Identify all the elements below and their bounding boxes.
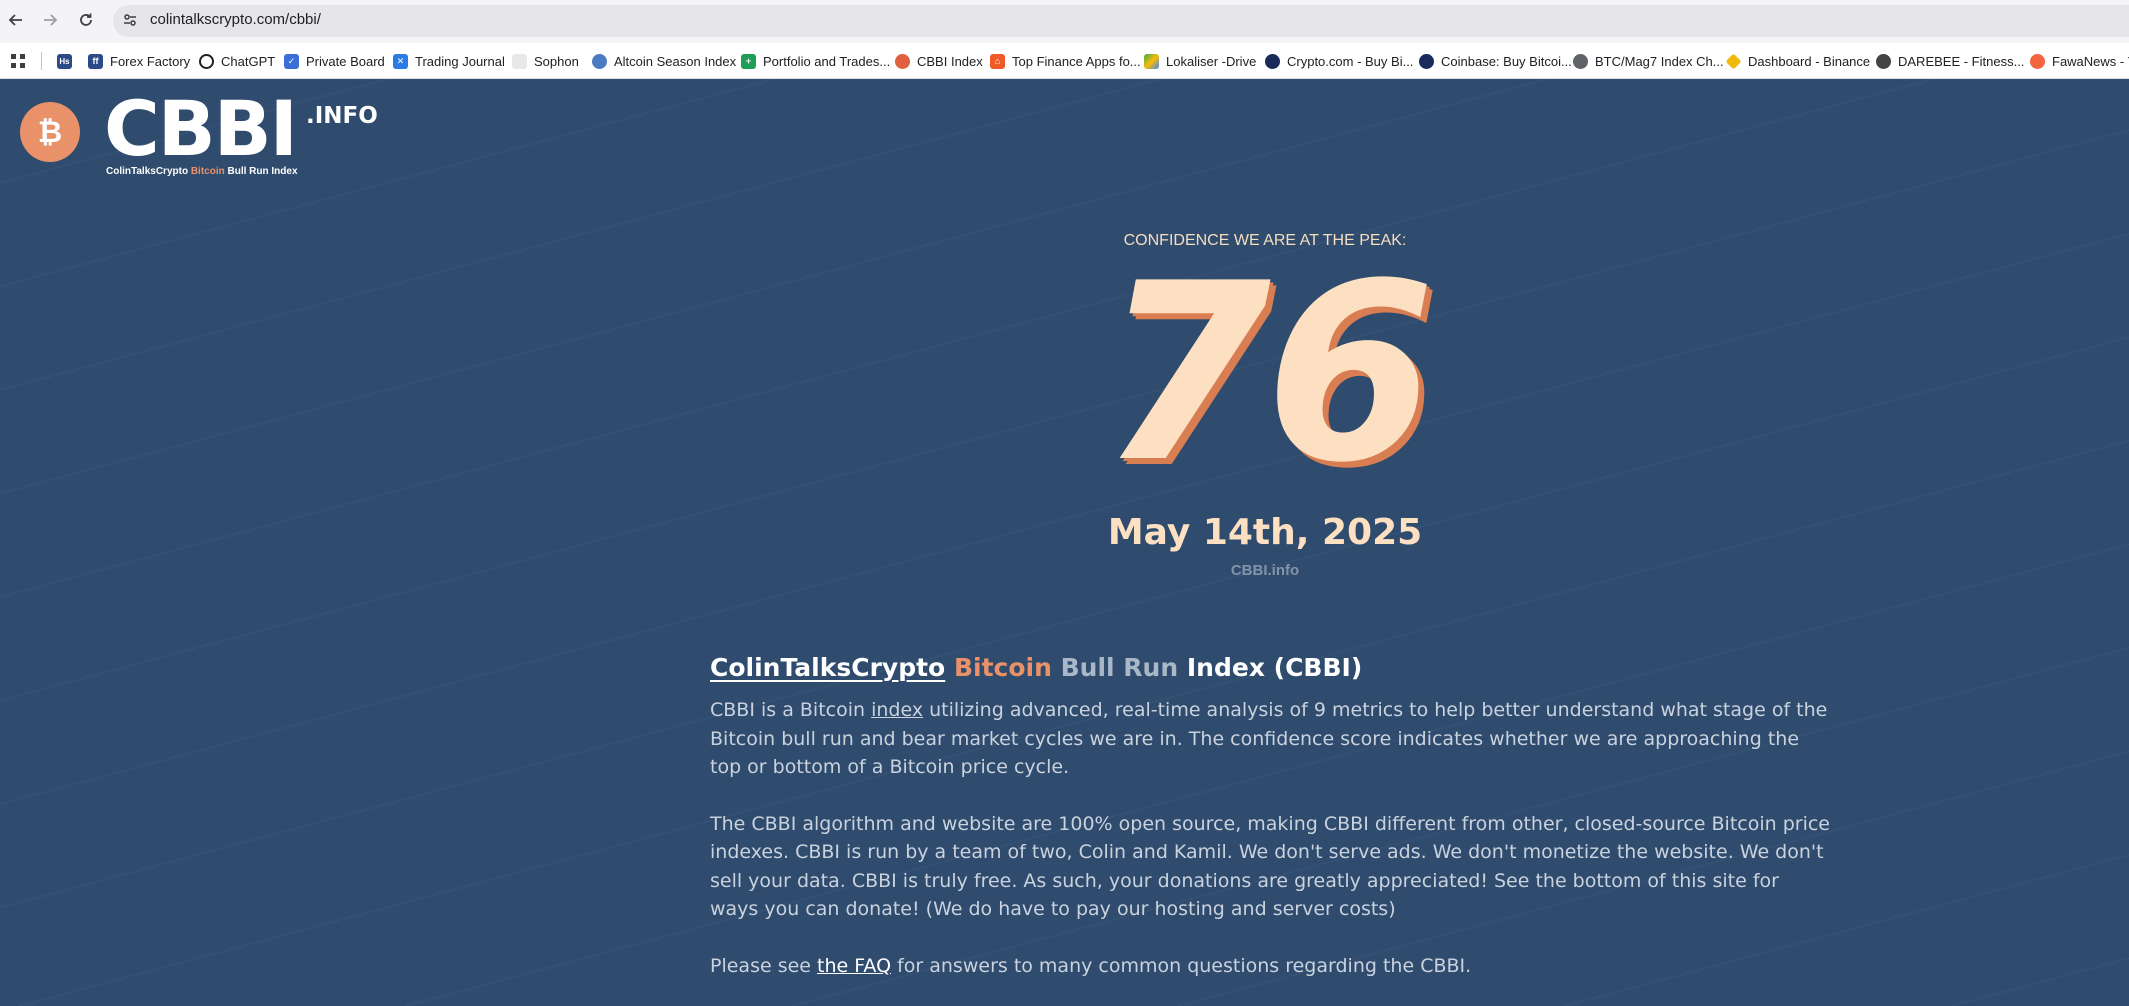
bookmark-item[interactable]: FawaNews - Yo bbox=[2030, 52, 2129, 70]
logo-suffix: .INFO bbox=[306, 103, 378, 129]
bookmark-item[interactable]: BTC/Mag7 Index Ch... bbox=[1573, 52, 1724, 70]
bookmark-label: Forex Factory bbox=[110, 53, 191, 69]
bookmark-item[interactable]: ⌂ Top Finance Apps fo... bbox=[990, 52, 1141, 70]
bookmark-item-hs[interactable]: Hs bbox=[57, 52, 79, 70]
cbbi-icon bbox=[895, 53, 910, 69]
bookmark-label: BTC/Mag7 Index Ch... bbox=[1595, 53, 1724, 69]
reload-button[interactable] bbox=[74, 8, 98, 32]
sophon-icon bbox=[512, 53, 527, 69]
apps-grid-icon[interactable] bbox=[10, 52, 26, 70]
bookmark-item[interactable]: Dashboard - Binance bbox=[1725, 52, 1871, 70]
bookmark-label: Lokaliser -Drive bbox=[1166, 53, 1257, 69]
bookmark-item[interactable]: Altcoin Season Index bbox=[592, 52, 736, 70]
bookmark-label: Top Finance Apps fo... bbox=[1012, 53, 1141, 69]
globe-icon bbox=[1573, 53, 1588, 69]
bookmark-item[interactable]: ff Forex Factory bbox=[88, 52, 190, 70]
open-source-paragraph: The CBBI algorithm and website are 100% … bbox=[710, 812, 1830, 921]
bookmarks-bar: Hs ff Forex Factory ChatGPT ✓ Private Boar… bbox=[0, 43, 2129, 79]
darebee-icon bbox=[1876, 53, 1891, 69]
bookmark-item[interactable]: ✓ Private Board bbox=[284, 52, 385, 70]
bookmark-label: Private Board bbox=[306, 53, 385, 69]
reload-icon bbox=[80, 13, 92, 26]
fawanews-icon bbox=[2030, 53, 2045, 69]
intro-article: ColinTalksCrypto Bitcoin Bull Run Index … bbox=[710, 653, 1830, 1006]
bookmark-item[interactable]: Sophon bbox=[512, 52, 579, 70]
bookmark-item[interactable]: Coinbase: Buy Bitcoi... bbox=[1419, 52, 1572, 70]
hs-icon: Hs bbox=[57, 53, 72, 69]
address-bar[interactable] bbox=[113, 5, 2129, 37]
bookmark-label: Trading Journal bbox=[415, 53, 505, 69]
confidence-score: 76 bbox=[1100, 231, 1436, 516]
index-link[interactable]: index bbox=[871, 699, 923, 721]
bookmark-item[interactable]: CBBI Index bbox=[895, 52, 983, 70]
site-info-icon[interactable] bbox=[122, 12, 138, 33]
bookmark-label: Altcoin Season Index bbox=[614, 53, 737, 69]
bookmark-label: ChatGPT bbox=[221, 53, 276, 69]
svg-text:₿: ₿ bbox=[38, 115, 62, 149]
bookmark-label: CBBI Index bbox=[917, 53, 983, 69]
title-ctc-link[interactable]: ColinTalksCrypto bbox=[710, 653, 945, 682]
private-board-icon: ✓ bbox=[284, 53, 299, 69]
logo-tag-index: Bull Run Index bbox=[227, 166, 298, 177]
bookmark-separator bbox=[41, 52, 42, 70]
bookmark-item[interactable]: + Portfolio and Trades... bbox=[741, 52, 890, 70]
finance-apps-icon: ⌂ bbox=[990, 53, 1005, 69]
p1-text-a: CBBI is a Bitcoin bbox=[710, 699, 872, 721]
altcoin-season-icon bbox=[592, 53, 607, 69]
forward-arrow-icon bbox=[44, 14, 58, 26]
article-title: ColinTalksCrypto Bitcoin Bull Run Index … bbox=[710, 653, 1830, 682]
site-watermark: CBBI.info bbox=[1230, 562, 1300, 579]
score-date: May 14th, 2025 bbox=[1107, 512, 1423, 553]
drive-icon bbox=[1144, 53, 1159, 69]
chatgpt-icon bbox=[199, 53, 214, 69]
title-index: Index (CBBI) bbox=[1186, 653, 1363, 682]
p3-text-b: for answers to many common questions reg… bbox=[891, 954, 1472, 977]
title-bull-run: Bull Run bbox=[1060, 653, 1179, 682]
coinbase-icon bbox=[1419, 53, 1434, 69]
intro-paragraph: CBBI is a Bitcoin index utilizing advanc… bbox=[710, 696, 1830, 782]
logo-wordmark[interactable]: CBBI bbox=[104, 84, 298, 173]
bookmark-item[interactable]: Lokaliser -Drive bbox=[1144, 52, 1256, 70]
bookmark-item[interactable]: DAREBEE - Fitness... bbox=[1876, 52, 2024, 70]
bookmark-label: Portfolio and Trades... bbox=[763, 53, 891, 69]
bookmark-item[interactable]: Crypto.com - Buy Bi... bbox=[1265, 52, 1413, 70]
faq-link[interactable]: the FAQ bbox=[817, 955, 891, 977]
bookmark-label: Sophon bbox=[534, 53, 579, 69]
page-content: ₿ CBBI .INFO ColinTalksCrypto Bitcoin Bu… bbox=[0, 79, 2129, 1006]
bookmark-item[interactable]: ChatGPT bbox=[199, 52, 275, 70]
back-button[interactable] bbox=[4, 8, 28, 32]
faq-paragraph: Please see the FAQ for answers to many c… bbox=[710, 952, 1830, 981]
bookmark-label: Coinbase: Buy Bitcoi... bbox=[1441, 53, 1572, 69]
sheets-icon: + bbox=[741, 53, 756, 69]
back-arrow-icon bbox=[8, 14, 22, 26]
p3-text-a: Please see bbox=[710, 954, 818, 977]
forward-button[interactable] bbox=[38, 8, 62, 32]
bitcoin-logo-icon[interactable]: ₿ bbox=[20, 102, 80, 162]
url-text[interactable]: colintalkscrypto.com/cbbi/ bbox=[150, 11, 321, 28]
bookmark-label: Crypto.com - Buy Bi... bbox=[1287, 53, 1414, 69]
bookmark-item[interactable]: ✕ Trading Journal bbox=[393, 52, 505, 70]
trading-journal-icon: ✕ bbox=[393, 53, 408, 69]
logo-tag-bitcoin: Bitcoin bbox=[190, 166, 225, 177]
bookmark-label: FawaNews - Yo bbox=[2052, 53, 2129, 69]
crypto-com-icon bbox=[1265, 53, 1280, 69]
browser-toolbar: colintalkscrypto.com/cbbi/ bbox=[0, 0, 2129, 43]
logo-tagline: ColinTalksCrypto Bitcoin Bull Run Index bbox=[106, 166, 298, 177]
title-bitcoin: Bitcoin bbox=[953, 653, 1052, 682]
logo-tag-ctc: ColinTalksCrypto bbox=[106, 166, 189, 177]
binance-icon bbox=[1725, 53, 1742, 69]
forex-factory-icon: ff bbox=[88, 53, 103, 69]
bookmark-label: Dashboard - Binance bbox=[1748, 53, 1871, 69]
bookmark-label: DAREBEE - Fitness... bbox=[1898, 53, 2025, 69]
